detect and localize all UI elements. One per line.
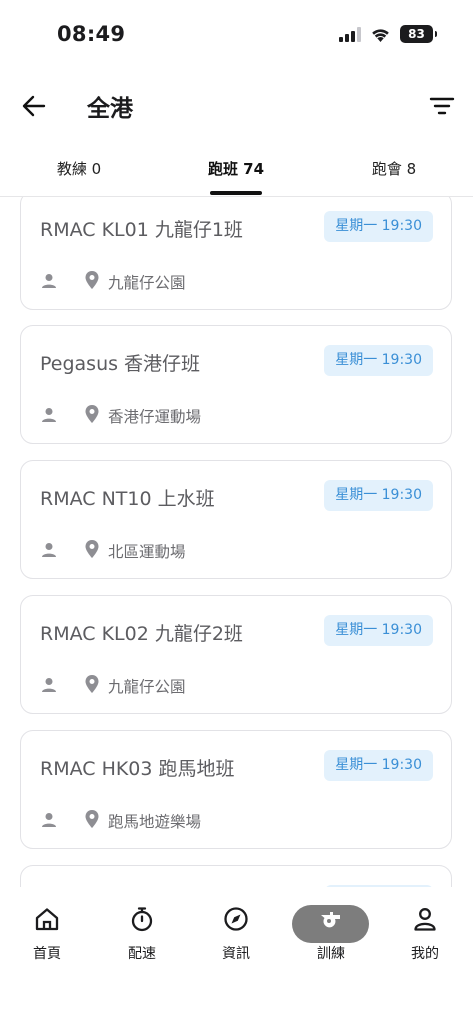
- compass-icon: [224, 907, 248, 931]
- person-icon: [42, 678, 56, 692]
- schedule-badge: 星期一 19:30: [324, 345, 433, 376]
- class-location: 九龍仔公園: [108, 274, 186, 292]
- status-bar: 08:49 83: [0, 0, 473, 70]
- status-icons: 83: [339, 25, 437, 43]
- battery-indicator: 83: [400, 25, 437, 43]
- battery-level: 83: [408, 27, 425, 41]
- nav-label: 配速: [128, 946, 156, 962]
- tab-running-classes[interactable]: 跑班 74: [208, 158, 264, 179]
- whistle-icon: [321, 912, 340, 928]
- home-icon: [35, 908, 59, 931]
- nav-item-news[interactable]: 資訊: [196, 906, 276, 963]
- person-icon: [42, 274, 56, 288]
- filter-icon[interactable]: [429, 94, 455, 118]
- back-arrow-icon[interactable]: [20, 92, 48, 120]
- class-card[interactable]: Pegasus 香港仔班 星期一 19:30 香港仔運動場: [20, 325, 452, 444]
- location-pin-icon: [85, 271, 99, 289]
- location-pin-icon: [85, 540, 99, 558]
- location-pin-icon: [85, 810, 99, 828]
- class-location: 九龍仔公園: [108, 678, 186, 696]
- cellular-signal-icon: [339, 26, 361, 42]
- person-icon: [42, 408, 56, 422]
- class-list[interactable]: RMAC KL01 九龍仔1班 星期一 19:30 九龍仔公園 Pegasus …: [0, 197, 473, 887]
- class-title: RMAC HK03 跑馬地班: [40, 758, 235, 780]
- app-header: 全港: [0, 80, 473, 130]
- profile-icon: [414, 908, 436, 931]
- nav-item-training[interactable]: 訓練: [291, 906, 371, 963]
- nav-item-profile[interactable]: 我的: [385, 906, 465, 963]
- schedule-badge: 星期一 19:30: [324, 211, 433, 242]
- nav-label: 我的: [411, 946, 439, 962]
- class-card[interactable]: RMAC NT10 上水班 星期一 19:30 北區運動場: [20, 460, 452, 579]
- nav-item-pace[interactable]: 配速: [102, 906, 182, 963]
- class-location: 跑馬地遊樂場: [108, 813, 202, 831]
- class-location: 北區運動場: [108, 543, 186, 561]
- bottom-navigation: 首頁 配速 資訊 訓練 我的: [0, 888, 473, 1024]
- nav-label: 資訊: [222, 946, 250, 962]
- class-title: RMAC NT10 上水班: [40, 488, 215, 510]
- class-card[interactable]: [20, 865, 452, 887]
- category-tabs: 教練 0 跑班 74 跑會 8: [0, 148, 473, 197]
- location-pin-icon: [85, 405, 99, 423]
- nav-item-home[interactable]: 首頁: [7, 906, 87, 963]
- page-title: 全港: [87, 96, 133, 122]
- schedule-badge: [325, 885, 433, 887]
- schedule-badge: 星期一 19:30: [324, 615, 433, 646]
- schedule-badge: 星期一 19:30: [324, 750, 433, 781]
- schedule-badge: 星期一 19:30: [324, 480, 433, 511]
- person-icon: [42, 813, 56, 827]
- tab-coaches[interactable]: 教練 0: [57, 158, 101, 179]
- status-time: 08:49: [57, 22, 126, 46]
- class-title: RMAC KL02 九龍仔2班: [40, 623, 243, 645]
- active-tab-indicator: [210, 191, 262, 195]
- wifi-icon: [372, 28, 389, 42]
- class-card[interactable]: RMAC KL02 九龍仔2班 星期一 19:30 九龍仔公園: [20, 595, 452, 714]
- nav-label: 訓練: [317, 946, 345, 962]
- class-card[interactable]: RMAC KL01 九龍仔1班 星期一 19:30 九龍仔公園: [20, 197, 452, 310]
- class-card[interactable]: RMAC HK03 跑馬地班 星期一 19:30 跑馬地遊樂場: [20, 730, 452, 849]
- nav-label: 首頁: [33, 946, 61, 962]
- class-location: 香港仔運動場: [108, 408, 202, 426]
- location-pin-icon: [85, 675, 99, 693]
- person-icon: [42, 543, 56, 557]
- tab-running-clubs[interactable]: 跑會 8: [372, 158, 416, 179]
- class-title: RMAC KL01 九龍仔1班: [40, 219, 243, 241]
- stopwatch-icon: [131, 907, 153, 932]
- class-title: Pegasus 香港仔班: [40, 353, 201, 375]
